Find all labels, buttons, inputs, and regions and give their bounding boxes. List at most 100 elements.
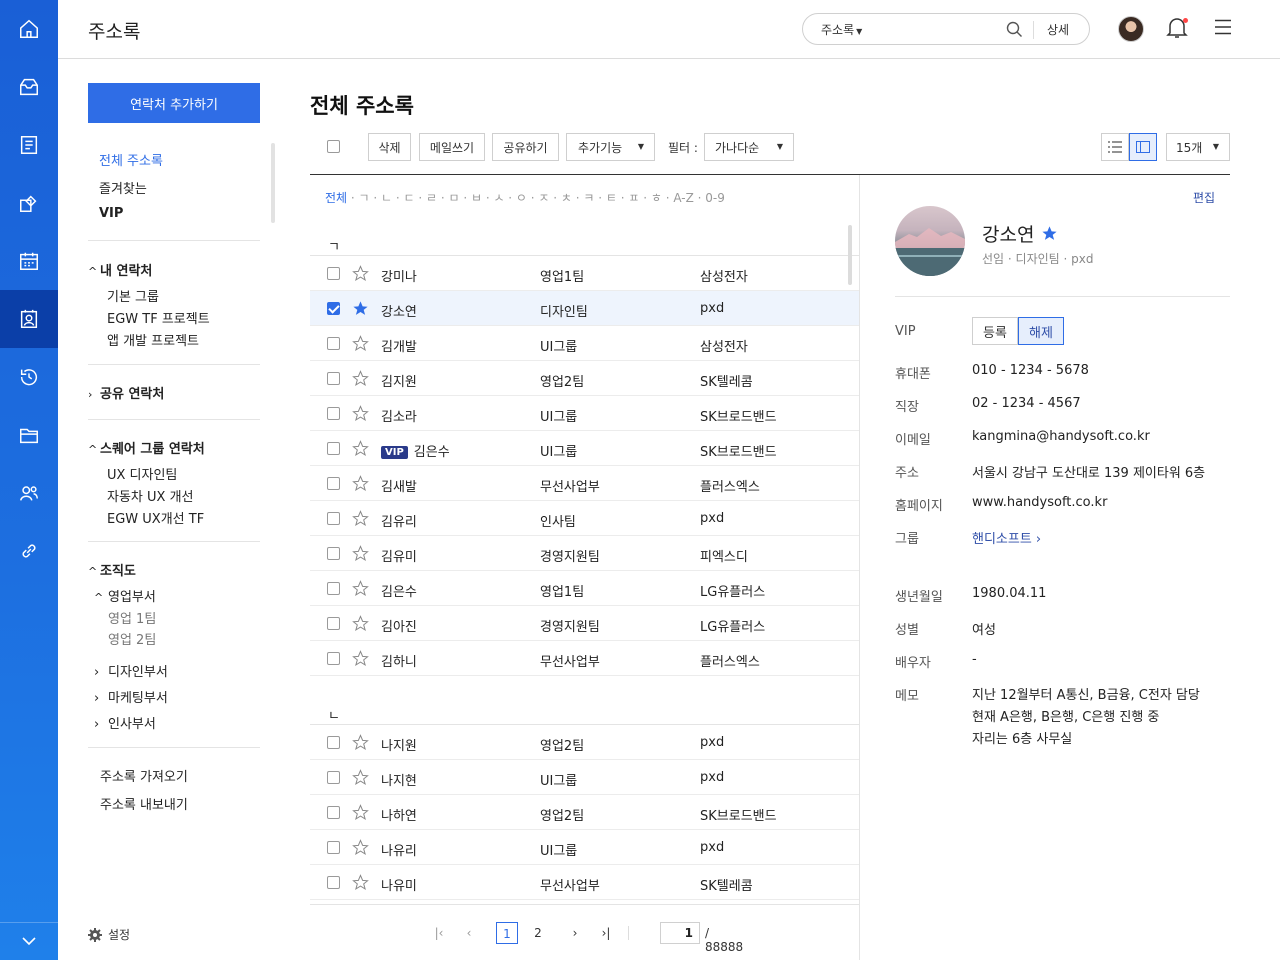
select-all-checkbox[interactable]: [327, 140, 340, 153]
delete-button[interactable]: 삭제: [368, 133, 411, 161]
row-checkbox[interactable]: [327, 547, 340, 560]
list-scrollbar[interactable]: [848, 225, 852, 285]
table-row[interactable]: 김개발 UI그룹 삼성전자: [310, 326, 859, 361]
star-icon[interactable]: [352, 804, 369, 825]
first-page-icon[interactable]: |‹: [428, 922, 450, 944]
sidebar-item-all[interactable]: 전체 주소록: [99, 150, 163, 178]
table-row[interactable]: 김유미 경영지원팀 피엑스디: [310, 536, 859, 571]
table-row[interactable]: VIP 김은수 UI그룹 SK브로드밴드: [310, 431, 859, 466]
page-2[interactable]: 2: [527, 922, 549, 944]
org-item-hr[interactable]: › 인사부서: [94, 713, 156, 732]
row-checkbox[interactable]: [327, 617, 340, 630]
sidebar-item-egw-tf[interactable]: EGW TF 프로젝트: [107, 308, 210, 327]
hamburger-menu-icon[interactable]: [1214, 19, 1232, 39]
table-row[interactable]: 나하연 영업2팀 SK브로드밴드: [310, 795, 859, 830]
table-row[interactable]: 나유미 무선사업부 SK텔레콤: [310, 865, 859, 900]
star-icon[interactable]: [352, 370, 369, 391]
star-icon[interactable]: [352, 734, 369, 755]
export-contacts-link[interactable]: 주소록 내보내기: [100, 794, 188, 813]
notification-bell-icon[interactable]: [1166, 16, 1188, 44]
home-icon[interactable]: [0, 0, 58, 58]
table-row[interactable]: 김유리 인사팀 pxd: [310, 501, 859, 536]
star-icon[interactable]: [352, 335, 369, 356]
table-row[interactable]: 나유리 UI그룹 pxd: [310, 830, 859, 865]
list-view-icon[interactable]: [1101, 133, 1129, 161]
split-view-icon[interactable]: [1129, 133, 1157, 161]
write-mail-button[interactable]: 메일쓰기: [419, 133, 485, 161]
search-box[interactable]: 주소록 ▼ 상세: [802, 13, 1090, 45]
star-icon[interactable]: [352, 475, 369, 496]
search-scope-dropdown[interactable]: 주소록 ▼: [821, 21, 862, 38]
table-row[interactable]: 김아진 경영지원팀 LG유플러스: [310, 606, 859, 641]
star-icon[interactable]: [352, 769, 369, 790]
sidebar-scrollbar[interactable]: [271, 143, 275, 223]
star-icon[interactable]: [352, 874, 369, 895]
org-item-sales[interactable]: ^ 영업부서: [94, 586, 156, 605]
star-icon[interactable]: [352, 545, 369, 566]
row-checkbox[interactable]: [327, 477, 340, 490]
row-checkbox[interactable]: [327, 736, 340, 749]
section-square-groups[interactable]: ^ 스퀘어 그룹 연락처: [88, 438, 205, 457]
row-checkbox[interactable]: [327, 372, 340, 385]
sidebar-item-basic-group[interactable]: 기본 그룹: [107, 286, 159, 305]
star-icon[interactable]: [1041, 225, 1058, 242]
row-checkbox[interactable]: [327, 582, 340, 595]
page-1[interactable]: 1: [496, 922, 518, 944]
index-all[interactable]: 전체: [325, 191, 347, 205]
add-contact-button[interactable]: 연락처 추가하기: [88, 83, 260, 123]
last-page-icon[interactable]: ›|: [595, 922, 617, 944]
star-icon[interactable]: [352, 265, 369, 286]
star-icon[interactable]: [352, 405, 369, 426]
star-icon[interactable]: [352, 650, 369, 671]
star-icon[interactable]: [352, 615, 369, 636]
row-checkbox[interactable]: [327, 337, 340, 350]
contacts-icon[interactable]: [0, 290, 58, 348]
table-row[interactable]: 김하니 무선사업부 플러스엑스: [310, 641, 859, 676]
star-icon[interactable]: [352, 440, 369, 461]
section-org-chart[interactable]: ^ 조직도: [88, 560, 136, 579]
more-functions-dropdown[interactable]: 추가기능 ▼: [566, 133, 655, 161]
org-item-sales-team-2[interactable]: 영업 2팀: [108, 629, 156, 648]
row-checkbox[interactable]: [327, 407, 340, 420]
star-icon[interactable]: [352, 300, 369, 321]
people-icon[interactable]: [0, 464, 58, 522]
row-checkbox[interactable]: [327, 806, 340, 819]
index-letters[interactable]: · ㄱ · ㄴ · ㄷ · ㄹ · ㅁ · ㅂ · ㅅ · ㅇ · ㅈ · ㅊ …: [351, 191, 725, 205]
org-item-design[interactable]: › 디자인부서: [94, 661, 168, 680]
page-size-dropdown[interactable]: 15개 ▼: [1166, 133, 1230, 161]
vip-register-button[interactable]: 등록: [972, 317, 1018, 345]
user-avatar[interactable]: [1118, 16, 1144, 42]
section-my-contacts[interactable]: ^ 내 연락처: [88, 260, 152, 279]
table-row[interactable]: 강미나 영업1팀 삼성전자: [310, 256, 859, 291]
folder-icon[interactable]: [0, 406, 58, 464]
group-link[interactable]: 핸디소프트 ›: [972, 528, 1041, 547]
link-icon[interactable]: [0, 522, 58, 580]
prev-page-icon[interactable]: ‹: [458, 922, 480, 944]
row-checkbox[interactable]: [327, 267, 340, 280]
search-detail-button[interactable]: 상세: [1047, 21, 1069, 38]
vip-release-button[interactable]: 해제: [1018, 317, 1064, 345]
share-button[interactable]: 공유하기: [492, 133, 559, 161]
rail-expand-chevron-icon[interactable]: [0, 922, 58, 960]
table-row[interactable]: 김새발 무선사업부 플러스엑스: [310, 466, 859, 501]
board-icon[interactable]: [0, 116, 58, 174]
row-checkbox[interactable]: [327, 652, 340, 665]
table-row[interactable]: 나지원 영업2팀 pxd: [310, 725, 859, 760]
next-page-icon[interactable]: ›: [564, 922, 586, 944]
table-row[interactable]: 강소연 디자인팀 pxd: [310, 291, 859, 326]
table-row[interactable]: 김은수 영업1팀 LG유플러스: [310, 571, 859, 606]
star-icon[interactable]: [352, 839, 369, 860]
sidebar-item-ux-design[interactable]: UX 디자인팀: [107, 464, 177, 483]
sidebar-item-car-ux[interactable]: 자동차 UX 개선: [107, 486, 194, 505]
edit-link[interactable]: 편집: [1193, 189, 1215, 206]
approval-icon[interactable]: [0, 174, 58, 232]
sidebar-item-app-dev[interactable]: 앱 개발 프로젝트: [107, 330, 199, 349]
row-checkbox[interactable]: [327, 841, 340, 854]
import-contacts-link[interactable]: 주소록 가져오기: [100, 766, 188, 785]
calendar-icon[interactable]: [0, 232, 58, 290]
history-icon[interactable]: [0, 348, 58, 406]
star-icon[interactable]: [352, 580, 369, 601]
section-shared-contacts[interactable]: › 공유 연락처: [88, 383, 164, 402]
table-row[interactable]: 김소라 UI그룹 SK브로드밴드: [310, 396, 859, 431]
mail-icon[interactable]: [0, 58, 58, 116]
